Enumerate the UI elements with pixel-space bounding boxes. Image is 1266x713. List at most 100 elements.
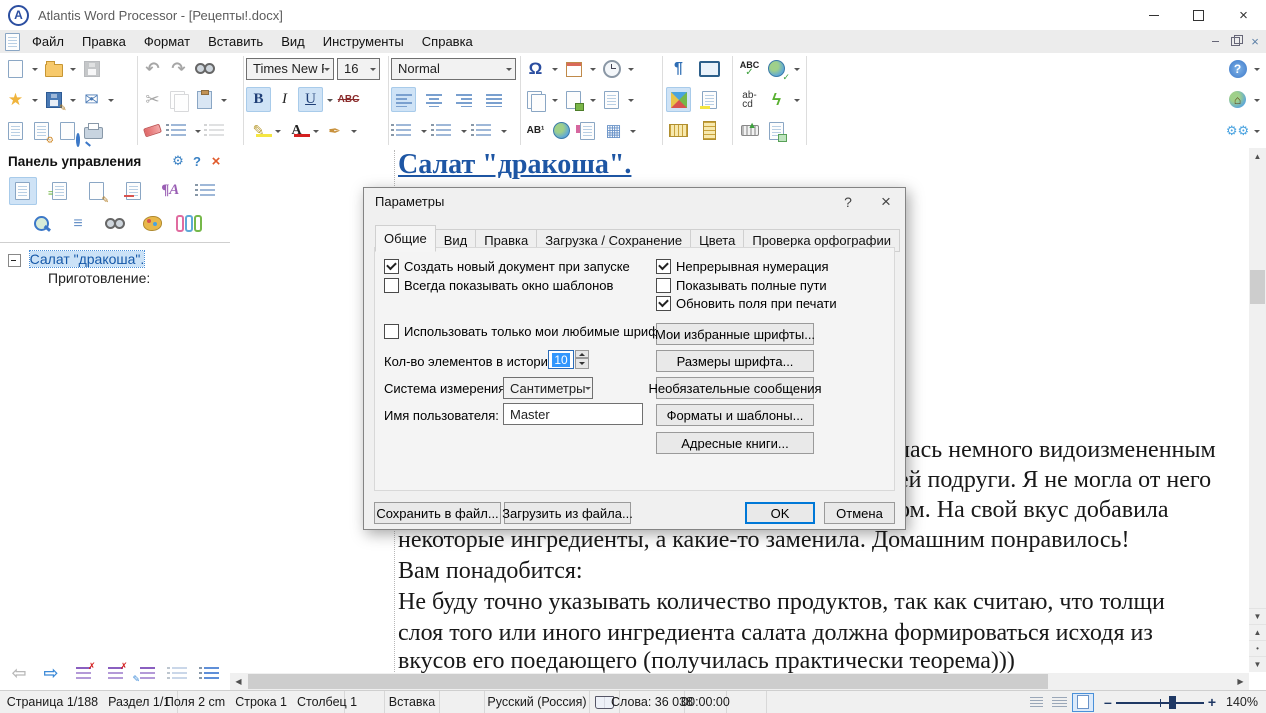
keyboard-button[interactable]: ▲ [737, 118, 762, 143]
tree-item-cooking[interactable]: Приготовление: [48, 270, 150, 286]
document-properties-button[interactable] [3, 118, 28, 143]
menu-edit[interactable]: Правка [73, 30, 135, 53]
address-books-button[interactable]: Адресные книги... [656, 432, 814, 454]
open-document-button[interactable] [41, 56, 66, 81]
measurement-select[interactable]: Сантиметры [503, 377, 593, 399]
h-scroll-thumb[interactable] [248, 674, 1048, 689]
select-paragraphs-dropdown[interactable] [192, 118, 203, 143]
vertical-scrollbar[interactable]: ▲ ▼ ▲ • ▼ [1249, 148, 1266, 672]
document-tools-button[interactable]: ⚙ [29, 118, 54, 143]
paste-dropdown[interactable] [218, 87, 229, 112]
scroll-right-button[interactable]: ▶ [1232, 673, 1249, 690]
web-spellcheck-dropdown[interactable] [791, 56, 802, 81]
menu-help[interactable]: Справка [413, 30, 482, 53]
panel-search-button[interactable] [27, 210, 55, 238]
highlight-view-button[interactable] [697, 87, 722, 112]
font-sizes-button[interactable]: Размеры шрифта... [656, 350, 814, 372]
insert-document-button[interactable] [599, 87, 624, 112]
v-scroll-thumb[interactable] [1250, 270, 1265, 304]
italic-button[interactable]: I [272, 87, 297, 112]
home-dropdown[interactable] [1251, 87, 1262, 112]
insert-file-button[interactable] [523, 87, 548, 112]
panel-find-button[interactable] [101, 210, 129, 238]
table-button[interactable]: ▦ [601, 118, 626, 143]
panel-close-icon[interactable]: × [208, 153, 224, 169]
mdi-close-button[interactable]: × [1246, 34, 1264, 50]
help-button[interactable]: ? [1225, 56, 1250, 81]
minimize-button[interactable] [1131, 0, 1176, 30]
settings-button[interactable]: ⚙⚙ [1225, 118, 1250, 143]
colors-palette-button[interactable] [138, 210, 166, 238]
mdi-restore-button[interactable] [1226, 34, 1244, 50]
insert-file-dropdown[interactable] [549, 87, 560, 112]
status-insert-mode[interactable]: Вставка [385, 691, 440, 713]
bookmark-button[interactable] [575, 118, 600, 143]
dialog-title-bar[interactable]: Параметры [364, 188, 905, 215]
status-page-section[interactable]: Страница 1/188 Раздел 1/1 [0, 691, 178, 713]
checkbox-show-templates-window[interactable]: Всегда показывать окно шаблонов [384, 278, 613, 293]
align-left-button[interactable] [391, 87, 416, 112]
panel-settings-icon[interactable]: ⚙ [170, 153, 186, 169]
ok-button[interactable]: OK [745, 502, 815, 524]
nav-forward-button[interactable]: ⇨ [38, 660, 64, 686]
footnote-button[interactable]: AB¹ [523, 118, 548, 143]
history-count-input[interactable]: 10 [548, 350, 574, 369]
align-justify-button[interactable] [481, 87, 506, 112]
select-paragraphs-button[interactable] [166, 118, 191, 143]
maximize-button[interactable] [1176, 0, 1221, 30]
strikethrough-button[interactable]: ABC [336, 87, 361, 112]
checkbox-show-full-paths[interactable]: Показывать полные пути [656, 278, 827, 293]
menu-view[interactable]: Вид [272, 30, 314, 53]
underline-button[interactable]: U [298, 87, 323, 112]
save-as-dropdown[interactable] [67, 87, 78, 112]
favorite-fonts-button[interactable]: Мои избранные шрифты... [656, 323, 814, 345]
view-web-button[interactable] [1049, 694, 1069, 711]
multilevel-list-dropdown[interactable] [498, 118, 509, 143]
zoom-slider[interactable] [1116, 696, 1204, 709]
date-dropdown[interactable] [587, 56, 598, 81]
optional-messages-button[interactable]: Необязательные сообщения [656, 377, 814, 399]
paragraphs-button[interactable]: ≡ [64, 210, 92, 238]
clipboard-card-button[interactable] [764, 118, 789, 143]
date-button[interactable] [561, 56, 586, 81]
spin-down-button[interactable] [575, 358, 589, 369]
mdi-minimize-button[interactable] [1206, 34, 1224, 50]
zoom-slider-thumb[interactable] [1169, 696, 1176, 709]
close-button[interactable]: × [1221, 0, 1266, 30]
status-position[interactable]: Поля 2 cm Строка 1 Столбец 1 [178, 691, 345, 713]
bullet-list-dropdown[interactable] [418, 118, 429, 143]
highlight-dropdown[interactable] [272, 118, 283, 143]
cancel-button[interactable]: Отмена [824, 502, 895, 524]
favorites-button[interactable]: ★ [3, 87, 28, 112]
fullscreen-button[interactable] [697, 56, 722, 81]
edit-heading-button[interactable]: ✎ [134, 660, 160, 686]
styles-list-button[interactable]: ≡ [46, 177, 74, 205]
font-color-dropdown[interactable] [310, 118, 321, 143]
numbering-button[interactable] [194, 177, 222, 205]
menu-tools[interactable]: Инструменты [314, 30, 413, 53]
help-dropdown[interactable] [1251, 56, 1262, 81]
style-select[interactable]: Normal [391, 58, 516, 80]
symbol-dropdown[interactable] [549, 56, 560, 81]
save-to-file-button[interactable]: Сохранить в файл... [374, 502, 501, 524]
view-draft-button[interactable] [1026, 694, 1046, 711]
insert-image-dropdown[interactable] [587, 87, 598, 112]
status-words[interactable]: Слова: 36 038 [620, 691, 685, 713]
eraser-button[interactable] [140, 118, 165, 143]
tree-expander[interactable] [8, 254, 21, 267]
hyphenation-button[interactable]: ab-cd [737, 87, 762, 112]
align-right-button[interactable] [451, 87, 476, 112]
menu-insert[interactable]: Вставить [199, 30, 272, 53]
multilevel-list-button[interactable] [471, 118, 496, 143]
next-page-button[interactable]: ▼ [1249, 656, 1266, 672]
checkbox-create-new-document[interactable]: Создать новый документ при запуске [384, 259, 630, 274]
format-painter-button[interactable]: ✒ [322, 118, 347, 143]
bullet-list-button[interactable] [391, 118, 416, 143]
symbol-button[interactable]: Ω [523, 56, 548, 81]
dialog-help-button[interactable]: ? [831, 188, 865, 215]
find-button[interactable] [192, 56, 217, 81]
home-button[interactable]: ⌂ [1225, 87, 1250, 112]
formats-templates-button[interactable]: Форматы и шаблоны... [656, 404, 814, 426]
print-button[interactable] [81, 118, 106, 143]
menu-format[interactable]: Формат [135, 30, 199, 53]
